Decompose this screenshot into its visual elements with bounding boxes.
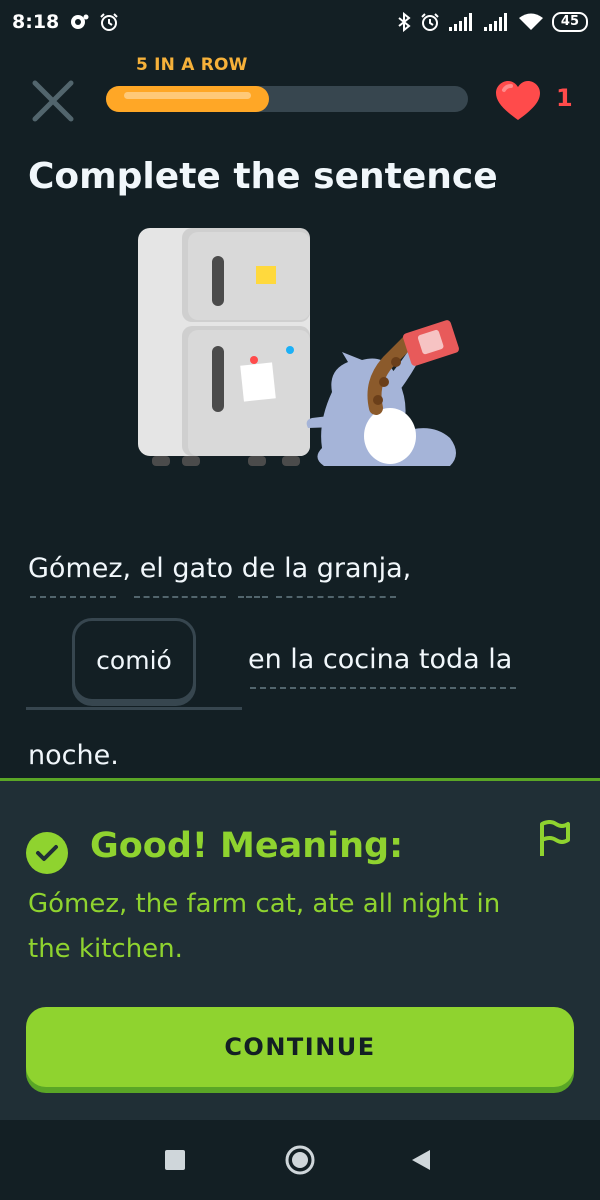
continue-button[interactable]: CONTINUE [26, 1007, 574, 1087]
bluetooth-icon [397, 12, 411, 32]
navigation-bar [0, 1120, 600, 1200]
hearts-count: 1 [556, 84, 573, 112]
alarm-icon [99, 12, 119, 32]
word-underline [134, 596, 226, 598]
meaning-text: Gómez, the farm cat, ate all night in th… [28, 889, 501, 964]
notification-icon [69, 13, 89, 31]
home-icon[interactable] [284, 1144, 316, 1180]
word-underline [238, 596, 268, 598]
heart-icon [494, 80, 542, 122]
fridge-cat-illustration [132, 222, 472, 472]
progress-shine [124, 92, 251, 99]
flag-icon[interactable] [536, 820, 570, 858]
close-icon[interactable] [30, 78, 76, 124]
wifi-icon [518, 13, 543, 31]
status-time: 8:18 [12, 11, 60, 33]
streak-label: 5 IN A ROW [136, 55, 248, 75]
progress-bar [106, 86, 468, 112]
sentence-line-3: noche. [28, 740, 119, 771]
signal-icon [483, 13, 510, 31]
recents-icon[interactable] [165, 1150, 185, 1174]
check-icon [26, 832, 68, 874]
answer-blank-line [26, 707, 242, 710]
sentence-line-2: en la cocina toda la [248, 644, 513, 675]
word-underline [30, 596, 116, 598]
battery-icon: 45 [551, 12, 588, 32]
feedback-title: Good! Meaning: [90, 826, 404, 866]
signal-icon [448, 13, 475, 31]
answer-word-tile[interactable]: comió [72, 618, 196, 702]
word-underline [250, 687, 516, 689]
sentence-line-1: Gómez, el gato de la granja, [28, 553, 412, 584]
alarm-icon [420, 12, 440, 32]
page-title: Complete the sentence [28, 156, 498, 197]
back-icon[interactable] [410, 1148, 432, 1176]
word-underline [276, 596, 396, 598]
status-bar: 8:18 45 [0, 0, 600, 44]
progress-fill [106, 86, 269, 112]
